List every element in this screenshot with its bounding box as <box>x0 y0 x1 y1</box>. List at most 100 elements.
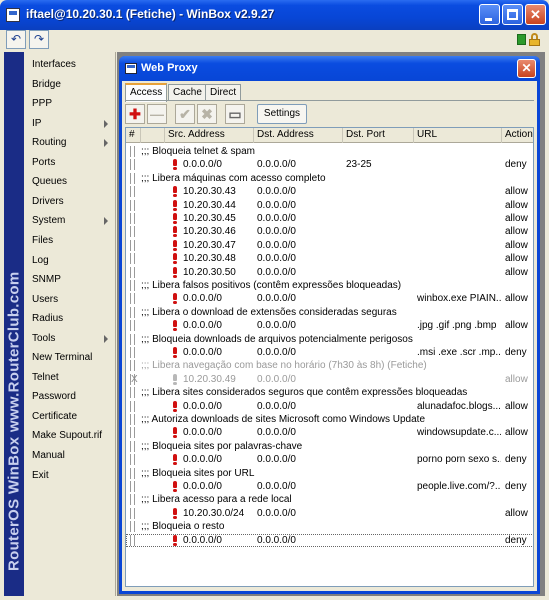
menu-item-interfaces[interactable]: Interfaces <box>24 55 116 74</box>
comment-row[interactable]: ;;; Libera falsos positivos (contêm expr… <box>126 279 533 292</box>
rule-exclamation-icon <box>172 481 178 492</box>
menu-item-telnet[interactable]: Telnet <box>24 368 116 387</box>
dst-address-cell: 0.0.0.0/0 <box>257 199 296 211</box>
minimize-button[interactable] <box>479 4 500 25</box>
comment-row[interactable]: ;;; Bloqueia telnet & spam <box>126 145 533 158</box>
table-row[interactable]: 0.0.0.0/0 0.0.0.0/0 23-25 deny <box>126 158 533 171</box>
col-header-action[interactable]: Action <box>502 128 533 143</box>
menu-item-files[interactable]: Files <box>24 231 116 250</box>
menu-item-log[interactable]: Log <box>24 251 116 270</box>
col-header-dst-address[interactable]: Dst. Address <box>254 128 343 143</box>
table-row[interactable]: 0.0.0.0/0 0.0.0.0/0 .jpg .gif .png .bmp all… <box>126 319 533 332</box>
web-proxy-close-button[interactable]: ✕ <box>517 59 536 78</box>
url-cell: .msi .exe .scr .mp... <box>417 347 501 358</box>
table-row[interactable]: 0.0.0.0/0 0.0.0.0/0 windowsupdate.c... allo… <box>126 426 533 439</box>
src-address-cell: 10.20.30.45 <box>183 213 236 224</box>
table-row[interactable]: 10.20.30.46 0.0.0.0/0 allow <box>126 225 533 238</box>
col-header-number[interactable]: # <box>126 128 141 143</box>
menu-item-routing[interactable]: Routing <box>24 133 116 152</box>
add-button[interactable]: ✚ <box>125 104 145 124</box>
menu-item-radius[interactable]: Radius <box>24 309 116 328</box>
tab-direct[interactable]: Direct <box>205 84 242 101</box>
table-row[interactable]: 10.20.30.50 0.0.0.0/0 allow <box>126 266 533 279</box>
menu-item-bridge[interactable]: Bridge <box>24 75 116 94</box>
menu-item-manual[interactable]: Manual <box>24 446 116 465</box>
dst-address-cell: 0.0.0.0/0 <box>257 534 296 546</box>
table-row[interactable]: 10.20.30.44 0.0.0.0/0 allow <box>126 199 533 212</box>
remove-icon: — <box>150 106 164 122</box>
comment-button[interactable]: ▭ <box>225 104 245 124</box>
src-address-cell: 10.20.30.48 <box>183 253 236 265</box>
action-cell: allow <box>505 293 528 305</box>
menu-item-new-terminal[interactable]: New Terminal <box>24 348 116 367</box>
menu-item-drivers[interactable]: Drivers <box>24 192 116 211</box>
menu-item-queues[interactable]: Queues <box>24 172 116 191</box>
comment-row[interactable]: ;;; Bloqueia o resto <box>126 520 533 533</box>
dst-address-cell: 0.0.0.0/0 <box>257 266 296 278</box>
disable-button[interactable]: ✖ <box>197 104 217 124</box>
disabled-x-icon: X <box>131 373 138 385</box>
table-row[interactable]: 10.20.30.45 0.0.0.0/0 allow <box>126 212 533 225</box>
maximize-button[interactable] <box>502 4 523 25</box>
comment-row[interactable]: ;;; Bloqueia sites por palavras-chave <box>126 440 533 453</box>
settings-button[interactable]: Settings <box>257 104 307 124</box>
comment-row[interactable]: ;;; Libera navegação com base no horário… <box>126 359 533 372</box>
menu-item-users[interactable]: Users <box>24 290 116 309</box>
src-address-cell: 0.0.0.0/0 <box>183 427 222 439</box>
comment-row[interactable]: ;;; Libera sites considerados seguros qu… <box>126 386 533 399</box>
comment-row[interactable]: ;;; Autoriza downloads de sites Microsof… <box>126 413 533 426</box>
menu-item-label: Ports <box>32 156 56 168</box>
menu-item-tools[interactable]: Tools <box>24 329 116 348</box>
dst-address-cell: 0.0.0.0/0 <box>257 293 296 305</box>
table-row[interactable]: 0.0.0.0/0 0.0.0.0/0 people.live.com/?... de… <box>126 480 533 493</box>
add-icon: ✚ <box>129 106 141 122</box>
comment-row[interactable]: ;;; Bloqueia downloads de arquivos poten… <box>126 333 533 346</box>
menu-item-ip[interactable]: IP <box>24 114 116 133</box>
table-row[interactable]: 0.0.0.0/0 0.0.0.0/0 deny <box>126 533 533 547</box>
table-row[interactable]: 0.0.0.0/0 0.0.0.0/0 winbox.exe PIAIN... all… <box>126 292 533 305</box>
menu-item-certificate[interactable]: Certificate <box>24 407 116 426</box>
web-proxy-window: Web Proxy ✕ Access Cache Direct ✚ — ✔ ✖ … <box>119 56 540 594</box>
col-header-url[interactable]: URL <box>414 128 502 143</box>
menu-item-label: Tools <box>32 332 56 344</box>
menu-item-ppp[interactable]: PPP <box>24 94 116 113</box>
table-row[interactable]: 10.20.30.0/24 0.0.0.0/0 allow <box>126 507 533 520</box>
table-row[interactable]: 0.0.0.0/0 0.0.0.0/0 .msi .exe .scr .mp... d… <box>126 346 533 359</box>
comment-row[interactable]: ;;; Libera acesso para a rede local <box>126 493 533 506</box>
enable-button[interactable]: ✔ <box>175 104 195 124</box>
redo-icon: ↷ <box>33 32 45 46</box>
action-cell: deny <box>505 159 527 171</box>
col-header-dst-port[interactable]: Dst. Port <box>343 128 414 143</box>
rule-comment: ;;; Libera acesso para a rede local <box>141 494 292 506</box>
menu-item-snmp[interactable]: SNMP <box>24 270 116 289</box>
dst-address-cell: 0.0.0.0/0 <box>257 186 296 198</box>
table-row[interactable]: 0.0.0.0/0 0.0.0.0/0 alunadafoc.blogs... all… <box>126 400 533 413</box>
rule-exclamation-icon <box>172 213 178 224</box>
table-row[interactable]: X 10.20.30.49 0.0.0.0/0 allow <box>126 373 533 386</box>
undo-button[interactable]: ↶ <box>6 30 26 49</box>
comment-row[interactable]: ;;; Bloqueia sites por URL <box>126 467 533 480</box>
web-proxy-title-bar[interactable]: Web Proxy ✕ <box>119 56 540 81</box>
tab-divider <box>125 100 534 101</box>
rule-comment: ;;; Libera máquinas com acesso completo <box>141 172 326 184</box>
redo-button[interactable]: ↷ <box>29 30 49 49</box>
menu-item-label: Interfaces <box>32 59 76 70</box>
menu-item-label: Log <box>32 254 49 266</box>
menu-item-exit[interactable]: Exit <box>24 466 116 485</box>
table-row[interactable]: 10.20.30.47 0.0.0.0/0 allow <box>126 239 533 252</box>
table-row[interactable]: 10.20.30.43 0.0.0.0/0 allow <box>126 185 533 198</box>
menu-item-system[interactable]: System <box>24 211 116 230</box>
tab-cache[interactable]: Cache <box>168 84 207 101</box>
col-header-src-address[interactable]: Src. Address <box>165 128 254 143</box>
table-row[interactable]: 10.20.30.48 0.0.0.0/0 allow <box>126 252 533 265</box>
close-button[interactable]: ✕ <box>525 4 546 25</box>
comment-row[interactable]: ;;; Libera máquinas com acesso completo <box>126 172 533 185</box>
table-row[interactable]: 0.0.0.0/0 0.0.0.0/0 porno porn sexo s... de… <box>126 453 533 466</box>
comment-row[interactable]: ;;; Libera o download de extensões consi… <box>126 306 533 319</box>
remove-button[interactable]: — <box>147 104 167 124</box>
dst-address-cell: 0.0.0.0/0 <box>257 400 296 412</box>
menu-item-ports[interactable]: Ports <box>24 153 116 172</box>
menu-item-make-supout-rif[interactable]: Make Supout.rif <box>24 426 116 445</box>
menu-item-password[interactable]: Password <box>24 387 116 406</box>
url-cell: windowsupdate.c... <box>417 427 501 439</box>
